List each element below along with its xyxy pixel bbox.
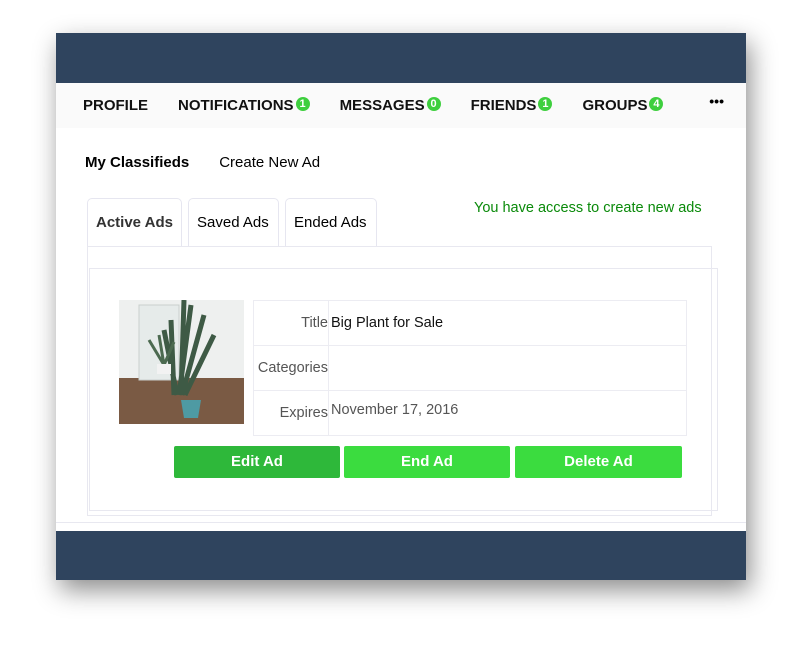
nav-friends[interactable]: FRIENDS 1 [470, 96, 553, 114]
title-value: Big Plant for Sale [331, 315, 444, 331]
access-message: You have access to create new ads [474, 200, 702, 216]
categories-row: Categories [254, 346, 686, 391]
nav-groups[interactable]: GROUPS 4 [582, 96, 664, 114]
end-ad-button[interactable]: End Ad [344, 446, 510, 478]
ad-image [119, 300, 244, 424]
tab-saved-ads[interactable]: Saved Ads [188, 198, 279, 246]
nav-notifications[interactable]: NOTIFICATIONS 1 [178, 96, 310, 114]
tab-ended-ads[interactable]: Ended Ads [285, 198, 377, 246]
more-icon[interactable]: ••• [709, 93, 724, 109]
main-nav: PROFILE NOTIFICATIONS 1 MESSAGES 0 FRIENDS… [56, 83, 746, 128]
expires-label: Expires [254, 391, 329, 436]
expires-row: Expires November 17, 2016 [254, 391, 686, 436]
nav-messages[interactable]: MESSAGES 0 [339, 96, 441, 114]
title-row: Title Big Plant for Sale [254, 301, 686, 346]
divider [56, 522, 746, 523]
count-badge: 1 [295, 96, 310, 111]
my-classifieds-link[interactable]: My Classifieds [85, 154, 189, 171]
count-badge: 1 [538, 96, 553, 111]
header-bar [56, 33, 746, 83]
title-label: Title [254, 301, 329, 345]
sub-nav: My Classifieds Create New Ad [85, 154, 350, 171]
categories-label: Categories [254, 346, 329, 390]
nav-profile[interactable]: PROFILE [83, 97, 148, 114]
nav-label: FRIENDS [470, 97, 537, 114]
ad-details-table: Title Big Plant for Sale Categories Expi… [253, 300, 687, 436]
nav-label: GROUPS [582, 97, 648, 114]
footer-bar [56, 531, 746, 580]
create-new-ad-link[interactable]: Create New Ad [219, 154, 320, 171]
count-badge: 0 [426, 96, 441, 111]
tab-active-ads[interactable]: Active Ads [87, 198, 182, 246]
nav-label: NOTIFICATIONS [178, 97, 294, 114]
count-badge: 4 [649, 96, 664, 111]
expires-value: November 17, 2016 [331, 402, 459, 418]
nav-label: PROFILE [83, 97, 149, 114]
app-window: PROFILE NOTIFICATIONS 1 MESSAGES 0 FRIENDS… [56, 33, 746, 580]
delete-ad-button[interactable]: Delete Ad [515, 446, 682, 478]
edit-ad-button[interactable]: Edit Ad [174, 446, 340, 478]
nav-label: MESSAGES [339, 97, 425, 114]
